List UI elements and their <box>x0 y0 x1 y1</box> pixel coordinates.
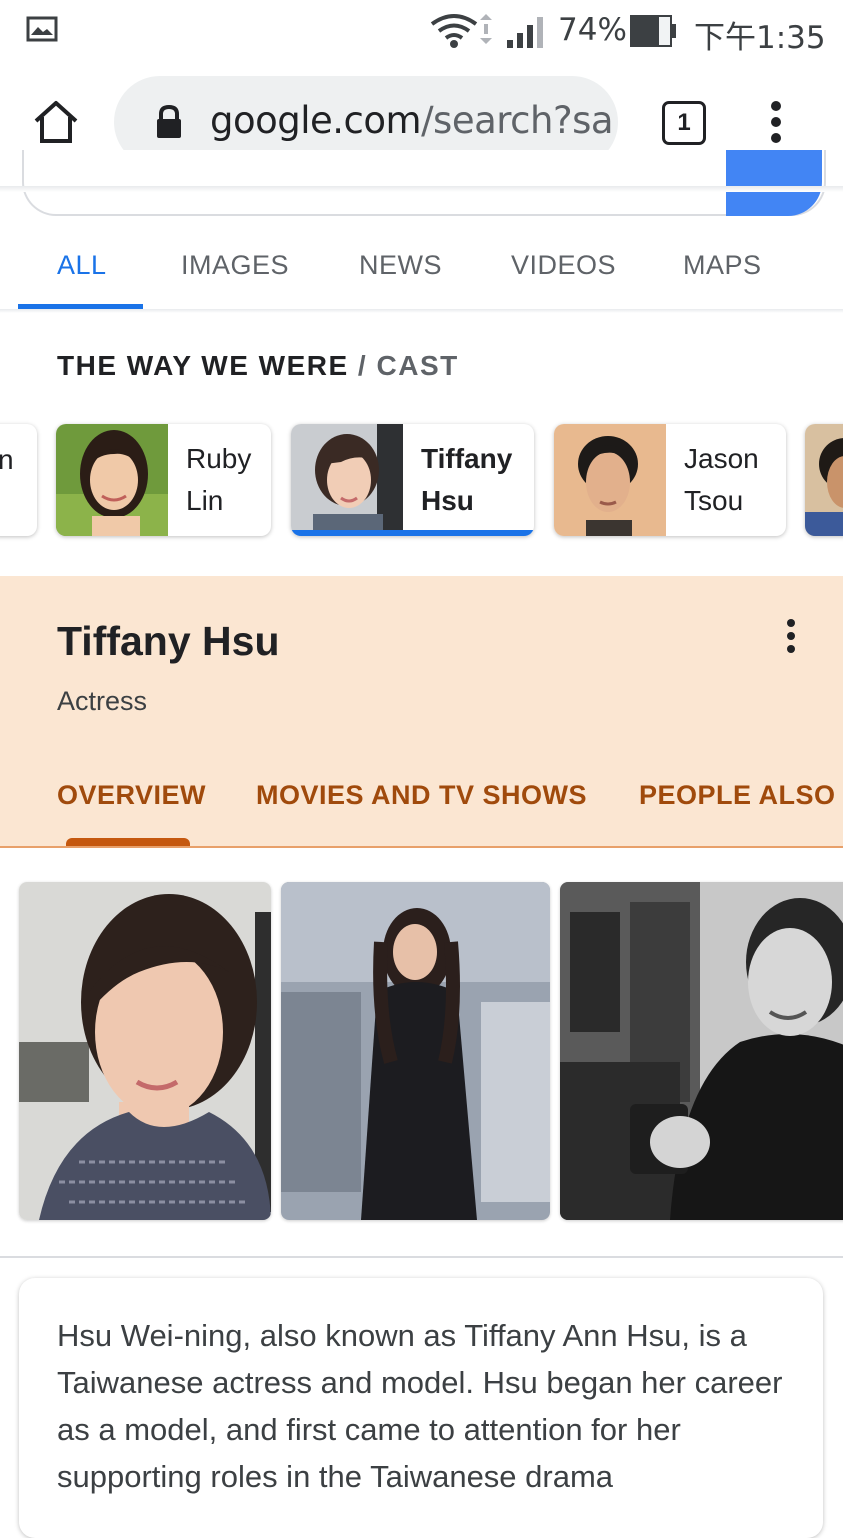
cast-name: Ruby Lin <box>186 443 252 516</box>
cast-name: n <box>0 444 14 475</box>
gallery-notification-icon <box>26 16 58 42</box>
entity-type: Actress <box>57 686 148 716</box>
cast-photo-partial <box>805 424 843 536</box>
selected-indicator <box>291 530 534 536</box>
show-title[interactable]: THE WAY WE WERE <box>57 350 349 381</box>
coffee-photo <box>560 882 843 1220</box>
street-photo <box>281 882 550 1220</box>
signal-icon <box>507 17 543 48</box>
tab-people-also-search[interactable]: PEOPLE ALSO S <box>639 780 843 811</box>
battery-percent: 74% <box>558 12 627 48</box>
tab-videos[interactable]: VIDEOS <box>511 250 616 281</box>
wifi-icon <box>430 14 492 48</box>
cast-card-partial[interactable]: n <box>0 424 37 536</box>
panel-tabs-divider <box>0 846 843 848</box>
search-tabs: ALL IMAGES NEWS VIDEOS MAPS <box>0 222 843 310</box>
cast-label: CAST <box>376 350 459 381</box>
entity-image-2[interactable] <box>281 882 550 1220</box>
search-button[interactable] <box>726 150 822 216</box>
status-bar: 74% 下午1:35 <box>0 0 843 66</box>
cast-card-partial-right[interactable] <box>805 424 843 536</box>
tab-movies-and-tv-shows[interactable]: MOVIES AND TV SHOWS <box>256 780 587 811</box>
cast-name: Tiffany Hsu <box>421 443 513 516</box>
tabs-divider <box>0 309 843 313</box>
ruby-lin-photo <box>56 424 168 536</box>
tab-images[interactable]: IMAGES <box>181 250 289 281</box>
tab-all[interactable]: ALL <box>57 250 107 281</box>
toolbar-shadow <box>0 186 843 192</box>
entity-image-3[interactable] <box>560 882 843 1220</box>
entity-name: Tiffany Hsu <box>57 618 280 664</box>
clock: 下午1:35 <box>694 20 826 56</box>
tab-maps[interactable]: MAPS <box>683 250 762 281</box>
lock-icon[interactable] <box>154 104 184 140</box>
entity-image-1[interactable] <box>19 882 271 1220</box>
cast-name: Jason Tsou <box>684 443 759 516</box>
entity-description: Hsu Wei-ning, also known as Tiffany Ann … <box>57 1318 783 1494</box>
battery-icon <box>630 15 676 47</box>
cast-card-tiffany-hsu[interactable]: Tiffany Hsu <box>291 424 534 536</box>
portrait-photo <box>19 882 271 1220</box>
more-options-icon[interactable] <box>766 100 786 144</box>
url-text[interactable]: google.com/search?sa <box>210 99 614 142</box>
section-divider <box>0 1256 843 1258</box>
cast-header: THE WAY WE WERE / CAST <box>57 350 459 382</box>
search-box[interactable] <box>22 150 826 216</box>
description-card: Hsu Wei-ning, also known as Tiffany Ann … <box>19 1278 823 1538</box>
tiffany-hsu-photo <box>291 424 403 536</box>
tab-switcher-button[interactable]: 1 <box>662 101 706 145</box>
tab-overview[interactable]: OVERVIEW <box>57 780 206 811</box>
cast-card-jason-tsou[interactable]: Jason Tsou <box>554 424 786 536</box>
home-icon[interactable] <box>32 99 80 145</box>
header-separator: / <box>348 350 377 381</box>
entity-more-icon[interactable] <box>782 618 800 654</box>
jason-tsou-photo <box>554 424 666 536</box>
cast-card-ruby-lin[interactable]: Ruby Lin <box>56 424 271 536</box>
tab-news[interactable]: NEWS <box>359 250 442 281</box>
